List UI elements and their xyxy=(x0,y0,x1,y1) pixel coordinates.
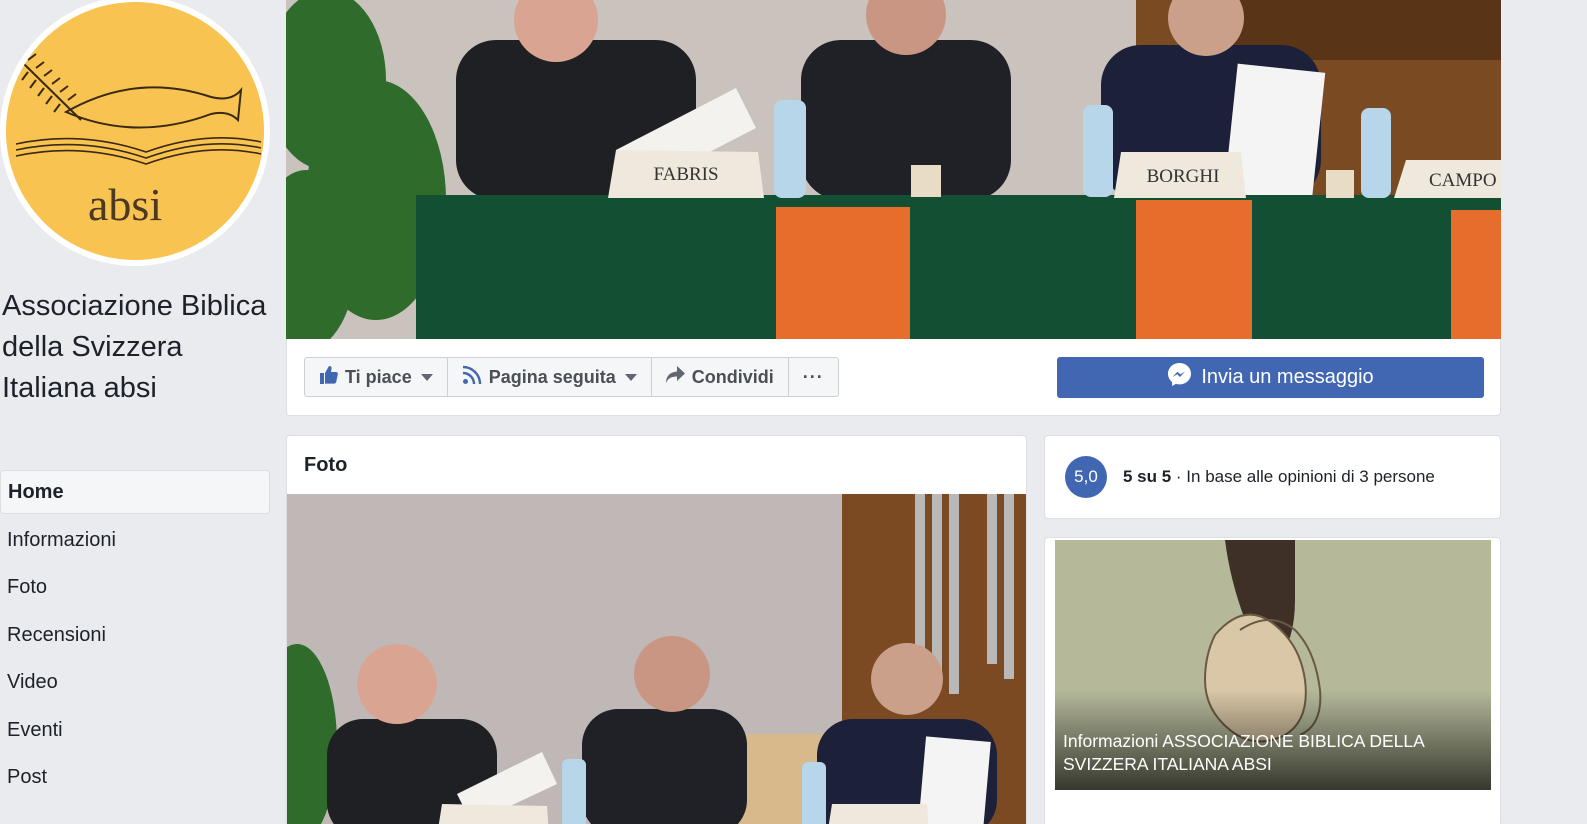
nameplate-fabris: FABRIS xyxy=(653,164,718,185)
rating-summary[interactable]: 5,0 5 su 5 · In base alle opinioni di 3 … xyxy=(1044,435,1501,519)
photos-section-title[interactable]: Foto xyxy=(287,436,1026,494)
info-card[interactable]: Informazioni ASSOCIAZIONE BIBLICA DELLA … xyxy=(1044,537,1501,824)
info-caption: Informazioni ASSOCIAZIONE BIBLICA DELLA … xyxy=(1063,731,1424,774)
nav-item-post[interactable]: Post xyxy=(0,755,270,803)
share-button-label: Condividi xyxy=(691,366,774,387)
send-message-button[interactable]: Invia un messaggio xyxy=(1057,357,1484,398)
nameplate-borghi: BORGHI xyxy=(1147,166,1220,187)
photos-section: Foto xyxy=(286,435,1027,824)
nav-item-informazioni[interactable]: Informazioni xyxy=(0,518,270,566)
profile-picture[interactable]: absi xyxy=(0,0,270,266)
chevron-down-icon xyxy=(420,373,433,381)
page-title: Associazione Biblica della Svizzera Ital… xyxy=(2,290,267,404)
send-message-label: Invia un messaggio xyxy=(1201,366,1374,388)
nav-item-home[interactable]: Home xyxy=(0,470,270,514)
nav-item-recensioni[interactable]: Recensioni xyxy=(0,613,270,661)
nav-item-eventi[interactable]: Eventi xyxy=(0,708,270,756)
like-button-label: Ti piace xyxy=(345,366,412,387)
rating-summary-bold: 5 su 5 xyxy=(1123,467,1172,486)
share-arrow-icon xyxy=(665,366,685,388)
absi-logo: absi xyxy=(6,2,264,260)
like-button[interactable]: Ti piace xyxy=(305,358,448,396)
nameplate-campo: CAMPO xyxy=(1429,170,1497,191)
rating-summary-rest: · In base alle opinioni di 3 persone xyxy=(1171,467,1435,486)
rating-score-badge: 5,0 xyxy=(1065,456,1107,498)
action-button-group: Ti piace Pagina seguita Condividi ··· xyxy=(304,357,839,397)
rss-icon xyxy=(462,365,482,390)
cover-photo[interactable]: FABRIS BORGHI CAMPO xyxy=(286,0,1501,339)
follow-button-label: Pagina seguita xyxy=(488,366,616,387)
nav-item-video[interactable]: Video xyxy=(0,660,270,708)
nav-item-foto[interactable]: Foto xyxy=(0,565,270,613)
share-button[interactable]: Condividi xyxy=(652,358,789,396)
more-dots-icon: ··· xyxy=(802,366,824,387)
more-options-button[interactable]: ··· xyxy=(789,358,838,396)
page-navigation: Home Informazioni Foto Recensioni Video … xyxy=(0,470,270,803)
photo-thumbnail[interactable] xyxy=(287,494,1026,824)
chevron-down-icon xyxy=(624,373,637,381)
info-image[interactable]: Informazioni ASSOCIAZIONE BIBLICA DELLA … xyxy=(1055,540,1491,790)
thumbs-up-icon xyxy=(319,365,338,389)
page-action-bar: Ti piace Pagina seguita Condividi ··· In… xyxy=(286,339,1501,416)
messenger-icon xyxy=(1167,362,1192,393)
rating-summary-text: 5 su 5 · In base alle opinioni di 3 pers… xyxy=(1123,467,1435,487)
follow-button[interactable]: Pagina seguita xyxy=(448,358,652,396)
logo-text: absi xyxy=(88,179,162,230)
